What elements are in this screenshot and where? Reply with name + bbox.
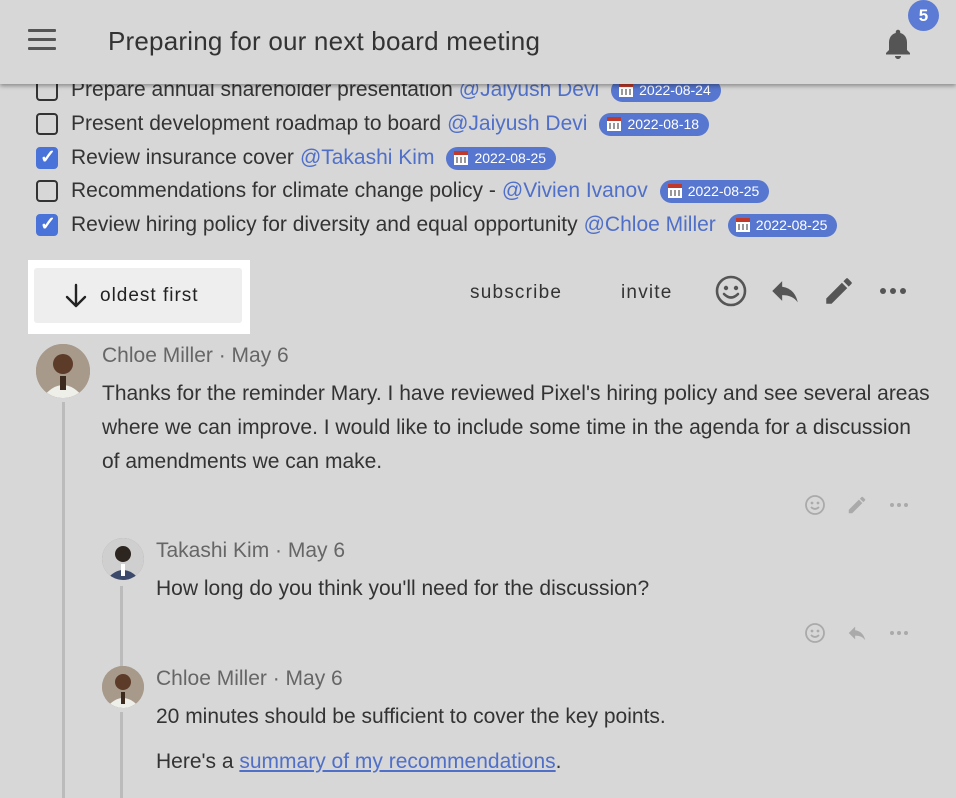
sort-focus-ring: oldest first xyxy=(28,260,250,334)
notification-count-badge: 5 xyxy=(908,0,939,31)
comment-body-line: Here's a summary of my recommendations. xyxy=(156,745,916,779)
task-item: Review hiring policy for diversity and e… xyxy=(36,211,838,239)
emoji-reaction-icon[interactable] xyxy=(714,274,748,308)
invite-button[interactable]: invite xyxy=(621,282,673,304)
task-text: Recommendations for climate change polic… xyxy=(71,179,496,202)
comment-body: How long do you think you'll need for th… xyxy=(156,577,650,600)
notifications-bell-icon[interactable] xyxy=(880,24,916,64)
task-assignee-mention[interactable]: @Takashi Kim xyxy=(300,146,435,170)
comment-author: Chloe Miller · May 6 xyxy=(102,344,289,367)
task-text: Present development roadmap to board xyxy=(71,112,442,135)
due-date-text: 2022-08-25 xyxy=(687,183,760,199)
task-checkbox[interactable] xyxy=(36,113,58,135)
task-item: Review insurance cover @Takashi Kim 2022… xyxy=(36,144,557,172)
comment-author: Takashi Kim · May 6 xyxy=(156,539,346,562)
task-checkbox[interactable] xyxy=(36,180,58,202)
more-options-icon[interactable] xyxy=(876,274,910,308)
avatar[interactable] xyxy=(36,344,90,398)
avatar[interactable] xyxy=(102,666,144,708)
due-date-text: 2022-08-25 xyxy=(474,150,547,166)
due-date-chip[interactable]: 2022-08-25 xyxy=(659,179,770,203)
task-item: Recommendations for climate change polic… xyxy=(36,177,770,205)
due-date-chip[interactable]: 2022-08-25 xyxy=(727,213,838,237)
more-options-icon[interactable] xyxy=(888,622,910,644)
thread-line xyxy=(120,586,123,668)
due-date-text: 2022-08-18 xyxy=(627,116,700,132)
avatar[interactable] xyxy=(102,538,144,580)
due-date-text: 2022-08-25 xyxy=(755,217,828,233)
app-header: Preparing for our next board meeting 5 xyxy=(0,0,956,84)
reply-icon[interactable] xyxy=(846,622,868,644)
comment-text: Here's a xyxy=(156,750,240,773)
task-text: Review insurance cover xyxy=(71,146,294,169)
subscribe-button[interactable]: subscribe xyxy=(470,282,562,304)
task-checkbox[interactable] xyxy=(36,213,58,236)
calendar-icon xyxy=(607,117,622,131)
due-date-chip[interactable]: 2022-08-25 xyxy=(446,146,557,170)
calendar-icon xyxy=(735,218,750,232)
more-options-icon[interactable] xyxy=(888,494,910,516)
task-item: Present development roadmap to board @Ja… xyxy=(36,110,710,138)
thread-line xyxy=(62,402,65,798)
sort-order-button[interactable]: oldest first xyxy=(34,268,242,323)
comment-body: Thanks for the reminder Mary. I have rev… xyxy=(102,382,930,473)
menu-icon[interactable] xyxy=(28,29,56,53)
comment-author: Chloe Miller · May 6 xyxy=(156,667,343,690)
calendar-icon xyxy=(619,83,634,97)
task-text: Review hiring policy for diversity and e… xyxy=(71,213,578,236)
emoji-reaction-icon[interactable] xyxy=(804,494,826,516)
task-checkbox[interactable] xyxy=(36,146,58,169)
task-assignee-mention[interactable]: @Jaiyush Devi xyxy=(447,112,587,136)
reply-icon[interactable] xyxy=(768,274,802,308)
arrow-down-icon xyxy=(65,283,87,307)
page-title: Preparing for our next board meeting xyxy=(108,26,541,56)
comment-text: . xyxy=(555,750,562,773)
task-assignee-mention[interactable]: @Chloe Miller xyxy=(584,213,716,237)
task-assignee-mention[interactable]: @Vivien Ivanov xyxy=(502,179,648,203)
calendar-icon xyxy=(454,151,469,165)
due-date-chip[interactable]: 2022-08-18 xyxy=(599,112,710,136)
edit-pencil-icon[interactable] xyxy=(822,274,856,308)
emoji-reaction-icon[interactable] xyxy=(804,622,826,644)
thread-line xyxy=(120,712,123,798)
edit-pencil-icon[interactable] xyxy=(846,494,868,516)
sort-order-label: oldest first xyxy=(100,284,199,306)
comment-body: 20 minutes should be sufficient to cover… xyxy=(156,705,666,728)
calendar-icon xyxy=(667,184,682,198)
comments-toolbar: oldest first subscribe invite xyxy=(0,258,956,334)
recommendations-summary-link[interactable]: summary of my recommendations xyxy=(239,750,555,773)
due-date-text: 2022-08-24 xyxy=(639,82,711,98)
